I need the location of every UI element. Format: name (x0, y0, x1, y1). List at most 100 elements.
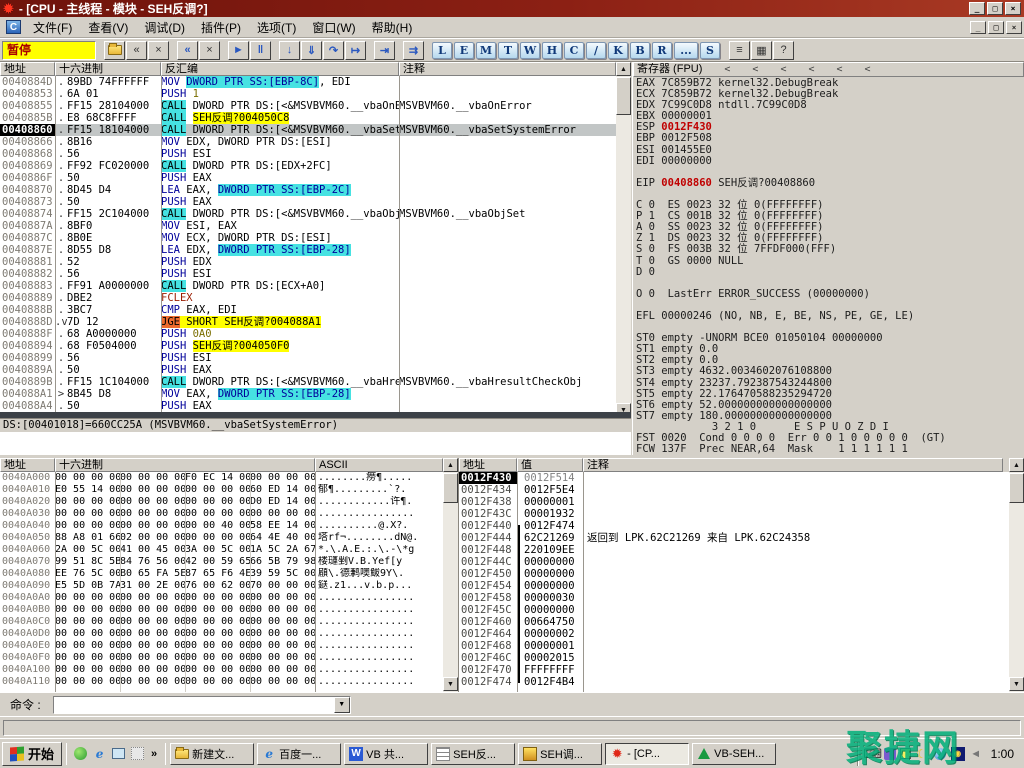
dropdown-arrow-icon[interactable]: ▼ (334, 697, 350, 713)
disasm-row[interactable]: 0040887E.8D55 D8LEA EDX, DWORD PTR SS:[E… (0, 244, 616, 256)
window-button-K[interactable]: K (608, 42, 628, 59)
disasm-row[interactable]: 00408883.FF91 A0000000CALL DWORD PTR DS:… (0, 280, 616, 292)
debug-step-button-2[interactable]: ► (228, 41, 249, 60)
dump-row[interactable]: 0040A090E5 5D 0B 7A31 00 2E 0076 00 62 0… (0, 580, 443, 592)
dump-row[interactable]: 0040A10000 00 00 0000 00 00 0000 00 00 0… (0, 664, 443, 676)
window-button-more[interactable]: ... (674, 42, 698, 59)
disasm-row[interactable]: 0040886F.50PUSH EAX (0, 172, 616, 184)
disasm-row[interactable]: 0040888D.v7D 12JGE SHORT SEH反调?004088A1 (0, 316, 616, 328)
debug-step-button-5[interactable]: ⇓ (301, 41, 322, 60)
taskbar-task-olly[interactable]: ✹- [CP... (605, 743, 689, 765)
disasm-row[interactable]: 00408894.68 F0504000PUSH SEH反调?004050F0 (0, 340, 616, 352)
scroll-up-icon[interactable]: ▲ (1009, 458, 1024, 472)
taskbar-task-folder[interactable]: 新建文... (170, 743, 254, 765)
scroll-thumb[interactable] (443, 473, 458, 503)
dump-row[interactable]: 0040A0B000 00 00 0000 00 00 0000 00 00 0… (0, 604, 443, 616)
dump-row[interactable]: 0040A0602A 00 5C 0041 00 45 003A 00 5C 0… (0, 544, 443, 556)
disasm-row[interactable]: 00408860.FF15 18104000CALL DWORD PTR DS:… (0, 124, 616, 136)
register-line[interactable]: S 0 FS 003B 32 位 7FFDF000(FFF) (633, 244, 1024, 255)
disasm-row[interactable]: 004088A1>8B45 D8MOV EAX, DWORD PTR SS:[E… (0, 388, 616, 400)
dump-row[interactable]: 0040A05088 A8 01 6602 00 00 0000 00 00 0… (0, 532, 443, 544)
window-button-H[interactable]: H (542, 42, 562, 59)
dump-row[interactable]: 0040A010E0 55 14 0000 00 00 0000 00 00 0… (0, 484, 443, 496)
restart-button[interactable]: « (126, 41, 147, 60)
stack-row[interactable]: 0012F45000000000 (459, 568, 1010, 580)
stack-row[interactable]: 0012F43C00001932 (459, 508, 1010, 520)
stack-row[interactable]: 0012F44462C21269返回到 LPK.62C21269 来自 LPK.… (459, 532, 1010, 544)
dump-row[interactable]: 0040A04000 00 00 0000 00 00 0000 00 40 0… (0, 520, 443, 532)
register-line[interactable]: T 0 GS 0000 NULL (633, 256, 1024, 267)
taskbar-task-ie[interactable]: e百度一... (257, 743, 341, 765)
window-button-M[interactable]: M (476, 42, 496, 59)
messenger-icon[interactable] (71, 744, 90, 763)
debug-step-button-7[interactable]: ↦ (345, 41, 366, 60)
disasm-row[interactable]: 00408868.56PUSH ESI (0, 148, 616, 160)
taskbar-task-vb[interactable]: VB-SEH... (692, 743, 776, 765)
ie-icon[interactable]: e (90, 744, 109, 763)
window-button-R[interactable]: R (652, 42, 672, 59)
menu-item-1[interactable]: 查看(V) (80, 17, 136, 38)
taskbar-task-word[interactable]: WVB 共... (344, 743, 428, 765)
scroll-up-icon[interactable]: ▲ (616, 62, 631, 76)
window-button-slash[interactable]: / (586, 42, 606, 59)
debug-step-button-9[interactable]: ⇉ (403, 41, 424, 60)
window-button-L[interactable]: L (432, 42, 452, 59)
mdi-minimize-button[interactable]: _ (970, 21, 986, 34)
collapse-arrow-icon[interactable]: < (837, 64, 843, 75)
disasm-row[interactable]: 00408855.FF15 28104000CALL DWORD PTR DS:… (0, 100, 616, 112)
disasm-row[interactable]: 0040888F.68 A0000000PUSH 0A0 (0, 328, 616, 340)
disasm-row[interactable]: 00408873.50PUSH EAX (0, 196, 616, 208)
scroll-down-icon[interactable]: ▼ (1009, 677, 1024, 691)
collapse-arrow-icon[interactable]: < (780, 64, 786, 75)
debug-step-button-6[interactable]: ↷ (323, 41, 344, 60)
disasm-row[interactable]: 00408866.8B16MOV EDX, DWORD PTR DS:[ESI] (0, 136, 616, 148)
register-line[interactable]: EBP 0012F508 (633, 133, 1024, 144)
media-icon[interactable] (128, 744, 147, 763)
dump-row[interactable]: 0040A0E000 00 00 0000 00 00 0000 00 00 0… (0, 640, 443, 652)
menu-item-3[interactable]: 插件(P) (193, 17, 249, 38)
stack-row[interactable]: 0012F43800000001 (459, 496, 1010, 508)
disasm-row[interactable]: 0040887C.8B0EMOV ECX, DWORD PTR DS:[ESI] (0, 232, 616, 244)
close-process-button[interactable]: × (148, 41, 169, 60)
stack-row[interactable]: 0012F4300012F514 (459, 472, 1010, 484)
disasm-row[interactable]: 00408882.56PUSH ESI (0, 268, 616, 280)
stack-row[interactable]: 0012F46400000002 (459, 628, 1010, 640)
close-button[interactable]: × (1005, 2, 1021, 15)
dump-row[interactable]: 0040A11000 00 00 0000 00 00 0000 00 00 0… (0, 676, 443, 688)
command-combobox[interactable]: ▼ (53, 696, 351, 714)
dump-row[interactable]: 0040A0F000 00 00 0000 00 00 0000 00 00 0… (0, 652, 443, 664)
disasm-row[interactable]: 0040885B.E8 68C8FFFFCALL SEH反调?004050C8 (0, 112, 616, 124)
register-line[interactable]: ESI 001455E0 (633, 145, 1024, 156)
register-line[interactable]: D 0 (633, 267, 1024, 278)
minimize-button[interactable]: _ (969, 2, 985, 15)
dump-row[interactable]: 0040A03000 00 00 0000 00 00 0000 00 00 0… (0, 508, 443, 520)
disasm-row[interactable]: 004088A4.50PUSH EAX (0, 400, 616, 412)
debug-step-button-1[interactable]: × (199, 41, 220, 60)
dump-row[interactable]: 0040A0A000 00 00 0000 00 00 0000 00 00 0… (0, 592, 443, 604)
stack-scrollbar[interactable]: ▲ ▼ (1009, 458, 1024, 692)
debug-step-button-0[interactable]: « (177, 41, 198, 60)
disasm-row[interactable]: 00408899.56PUSH ESI (0, 352, 616, 364)
dump-row[interactable]: 0040A080EE 76 5C 00B0 65 FA 5E87 65 F6 4… (0, 568, 443, 580)
dump-scrollbar[interactable]: ▲ ▼ (443, 458, 458, 692)
register-line[interactable]: O 0 LastErr ERROR_SUCCESS (00000000) (633, 289, 1024, 300)
stack-row[interactable]: 0012F45C00000000 (459, 604, 1010, 616)
scroll-down-icon[interactable]: ▼ (443, 677, 458, 691)
memory-dump-pane[interactable]: 地址十六进制ASCII 0040A00000 00 00 0000 00 00 … (0, 458, 443, 692)
stack-row[interactable]: 0012F45800000030 (459, 592, 1010, 604)
window-button-E[interactable]: E (454, 42, 474, 59)
dump-row[interactable]: 0040A0C000 00 00 0000 00 00 0000 00 00 0… (0, 616, 443, 628)
disasm-row[interactable]: 00408853.6A 01PUSH 1 (0, 88, 616, 100)
register-line[interactable]: EIP 00408860 SEH反调?00408860 (633, 178, 1024, 189)
register-line[interactable]: FCW 137F Prec NEAR,64 Mask 1 1 1 1 1 1 (633, 444, 1024, 455)
stack-row[interactable]: 0012F448220109EE (459, 544, 1010, 556)
stack-row[interactable]: 0012F4400012F474 (459, 520, 1010, 532)
command-input[interactable] (55, 698, 333, 712)
window-button-T[interactable]: T (498, 42, 518, 59)
stack-pane[interactable]: 地址值注释 0012F4300012F5140012F4340012F5E400… (458, 458, 1009, 692)
collapse-arrow-icon[interactable]: < (808, 64, 814, 75)
options-list-button[interactable]: ≡ (729, 41, 750, 60)
mdi-close-button[interactable]: × (1006, 21, 1022, 34)
disasm-row[interactable]: 00408869.FF92 FC020000CALL DWORD PTR DS:… (0, 160, 616, 172)
stack-row[interactable]: 0012F46000664750 (459, 616, 1010, 628)
